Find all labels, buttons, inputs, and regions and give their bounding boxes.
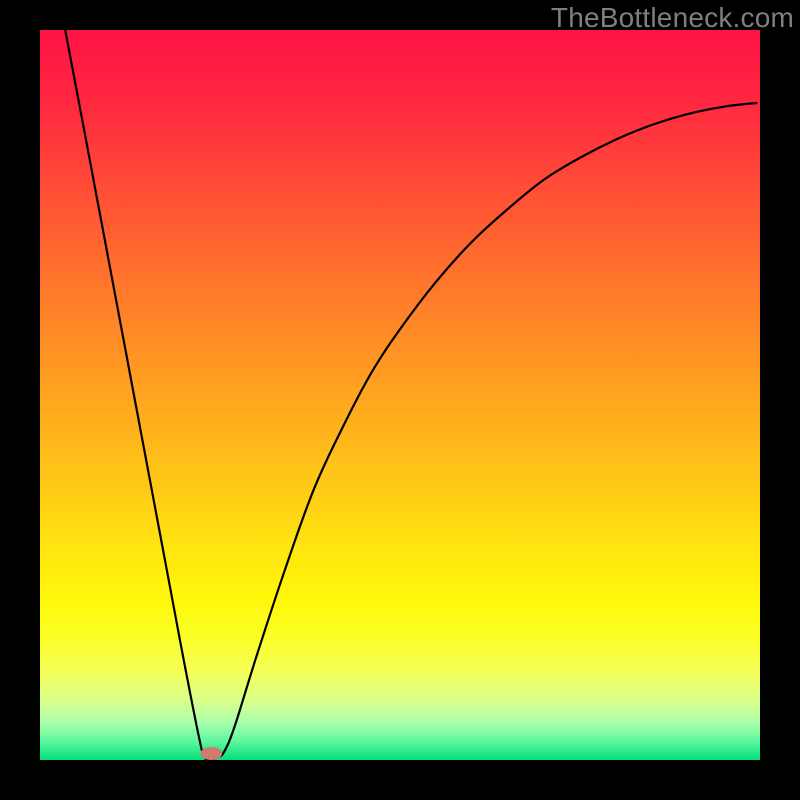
watermark-text: TheBottleneck.com (551, 2, 794, 34)
minimum-marker (201, 747, 223, 760)
plot-background (40, 30, 760, 760)
chart-container: TheBottleneck.com (0, 0, 800, 800)
chart-svg (0, 0, 800, 800)
